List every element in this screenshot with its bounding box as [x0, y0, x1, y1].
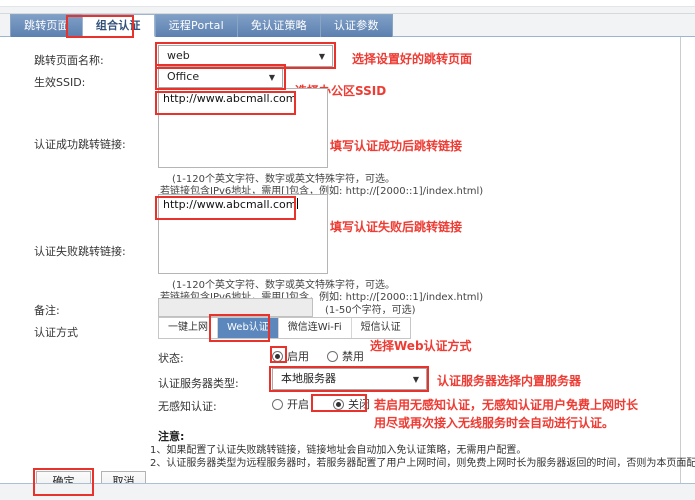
auth-method-web[interactable]: Web认证: [218, 318, 279, 338]
ssid-label: 生效SSID:: [34, 76, 86, 89]
remark-input[interactable]: [158, 298, 313, 317]
auth-method-sms[interactable]: 短信认证: [351, 318, 410, 338]
silent-auth-radio-group: 开启 关闭: [272, 396, 370, 412]
silent-auth-option-on-label: 开启: [287, 398, 309, 411]
server-type-select[interactable]: 本地服务器 ▼: [272, 368, 427, 390]
tab-bar: 跳转页面 组合认证 远程Portal 免认证策略 认证参数: [0, 14, 695, 37]
auth-method-wechat-wifi[interactable]: 微信连Wi-Fi: [278, 318, 352, 338]
redirect-page-value: web: [167, 49, 190, 62]
radio-icon: [272, 398, 283, 410]
status-radio-group: 启用 禁用: [272, 348, 364, 364]
fail-url-label: 认证失败跳转链接:: [34, 245, 126, 258]
annotation-server-type: 认证服务器选择内置服务器: [437, 374, 582, 388]
tab-auth-free-policy[interactable]: 免认证策略: [236, 14, 320, 37]
success-url-value: http://www.abcmall.com: [163, 92, 297, 105]
annotation-redirect-page: 选择设置好的跳转页面: [352, 52, 473, 66]
fail-url-value: http://www.abcmall.com: [163, 198, 297, 211]
silent-auth-option-off[interactable]: 关闭: [333, 396, 370, 412]
silent-auth-option-off-label: 关闭: [348, 398, 370, 411]
annotation-auth-method: 选择Web认证方式: [370, 339, 472, 353]
success-url-textarea[interactable]: http://www.abcmall.com: [158, 88, 328, 168]
silent-auth-option-on[interactable]: 开启: [272, 396, 309, 412]
ssid-value: Office: [167, 70, 200, 83]
server-type-value: 本地服务器: [281, 372, 336, 385]
auth-config-page: 跳转页面 组合认证 远程Portal 免认证策略 认证参数 跳转页面名称: we…: [0, 0, 695, 500]
chevron-down-icon: ▼: [412, 375, 419, 384]
status-label: 状态:: [158, 352, 184, 365]
notes-item-2: 2、认证服务器类型为远程服务器时，若服务器配置了用户上网时间，则免费上网时长为服…: [150, 458, 695, 469]
auth-method-group: 一键上网 Web认证 微信连Wi-Fi 短信认证: [158, 317, 411, 339]
right-edge: [681, 37, 695, 483]
remark-hint: (1-50个字符，可选): [325, 305, 416, 316]
annotation-silent-auth-line2: 用尽或再次接入无线服务时会自动进行认证。: [374, 416, 615, 430]
tab-redirect-page[interactable]: 跳转页面: [10, 14, 82, 37]
status-option-enable-label: 启用: [287, 350, 309, 363]
window-top-strip-inner: [0, 0, 695, 7]
annotation-silent-auth-line1: 若启用无感知认证，无感知认证用户免费上网时长: [374, 398, 639, 412]
radio-icon: [272, 350, 283, 362]
chevron-down-icon: ▼: [268, 73, 275, 82]
remark-label: 备注:: [34, 304, 60, 317]
server-type-label: 认证服务器类型:: [158, 377, 239, 390]
annotation-fail-url: 填写认证失败后跳转链接: [330, 220, 463, 234]
status-option-disable-label: 禁用: [342, 350, 364, 363]
auth-method-label: 认证方式: [34, 326, 78, 339]
tab-remote-portal[interactable]: 远程Portal: [154, 14, 237, 37]
text-cursor: [296, 198, 298, 209]
redirect-page-label: 跳转页面名称:: [34, 54, 104, 67]
redirect-page-select[interactable]: web ▼: [158, 45, 333, 67]
fail-url-textarea[interactable]: http://www.abcmall.com: [158, 194, 328, 274]
status-option-enable[interactable]: 启用: [272, 348, 309, 364]
status-option-disable[interactable]: 禁用: [327, 348, 364, 364]
success-url-label: 认证成功跳转链接:: [34, 138, 126, 151]
auth-method-one-click[interactable]: 一键上网: [159, 318, 218, 338]
window-top-strip: [0, 0, 695, 14]
window-bottom-strip: [0, 483, 695, 500]
tab-auth-params[interactable]: 认证参数: [319, 14, 393, 37]
chevron-down-icon: ▼: [318, 52, 325, 61]
radio-icon: [333, 398, 344, 410]
annotation-success-url: 填写认证成功后跳转链接: [330, 139, 463, 153]
silent-auth-label: 无感知认证:: [158, 400, 217, 413]
tab-list: 跳转页面 组合认证 远程Portal 免认证策略 认证参数: [10, 14, 393, 37]
tab-combined-auth[interactable]: 组合认证: [81, 14, 155, 37]
ssid-select[interactable]: Office ▼: [158, 66, 283, 88]
radio-icon: [327, 350, 338, 362]
